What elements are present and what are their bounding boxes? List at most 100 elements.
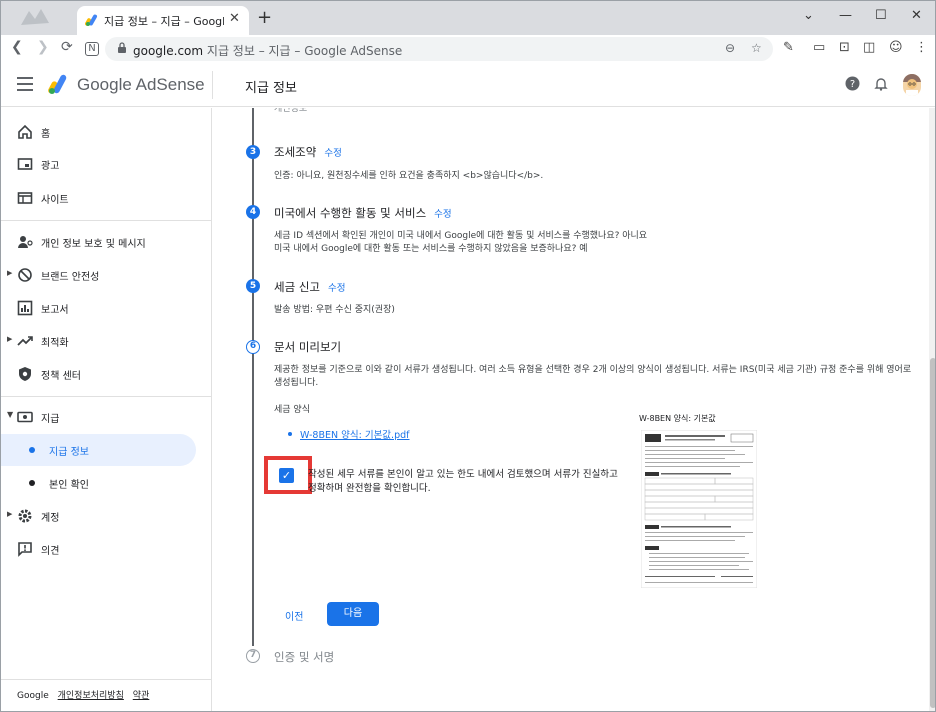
reload-icon[interactable]: ⟳ [61, 39, 73, 55]
step-6-title: 문서 미리보기 [274, 340, 342, 354]
collapse-arrow-icon[interactable]: ▼ [7, 410, 13, 419]
next-button[interactable]: 다음 [327, 602, 379, 626]
user-avatar[interactable] [903, 74, 921, 96]
privacy-policy-link[interactable]: 개인정보처리방침 [58, 691, 124, 701]
browser-menu-icon[interactable] [19, 7, 57, 29]
notion-icon[interactable]: N [85, 42, 99, 56]
back-icon[interactable]: ❮ [11, 39, 23, 55]
minimize-icon[interactable]: — [839, 8, 852, 23]
sidebar-item-label: 광고 [41, 161, 60, 172]
privacy-icon [18, 236, 33, 248]
sidebar-item-payment-info[interactable]: 지급 정보 [1, 434, 196, 466]
chevron-down-icon[interactable]: ⌄ [803, 8, 814, 23]
sidebar-item-privacy[interactable]: 개인 정보 보호 및 메시지 [1, 226, 212, 258]
cast-icon[interactable]: ▭ [813, 40, 825, 55]
sidebar-item-label: 의견 [41, 546, 60, 557]
step-7-title: 인증 및 서명 [274, 650, 335, 664]
zoom-icon[interactable]: ⊖ [725, 41, 735, 55]
step-3-title-text: 조세조약 [274, 145, 317, 159]
bullet-dot [29, 447, 35, 453]
payments-icon [17, 411, 33, 423]
step-5-edit-link[interactable]: 수정 [328, 283, 345, 294]
sidebar-item-identity-verification[interactable]: 본인 확인 [1, 467, 212, 499]
sidebar-item-home[interactable]: 홈 [1, 116, 212, 148]
step-top-partial-text: 개인정보 [274, 108, 308, 114]
extensions-icon[interactable]: ✎ [783, 40, 794, 55]
page-title: 지급 정보 [245, 81, 297, 96]
sidebar-item-label: 본인 확인 [49, 480, 89, 491]
terms-link[interactable]: 약관 [133, 691, 150, 701]
sidebar-item-policy-center[interactable]: 정책 센터 [1, 358, 212, 390]
notifications-bell-icon[interactable] [874, 76, 888, 95]
tab-close-icon[interactable]: ✕ [229, 11, 240, 26]
sidepanel-icon[interactable]: ◫ [863, 40, 875, 55]
policy-icon [19, 367, 31, 381]
expand-arrow-icon[interactable]: ▶ [7, 269, 12, 277]
form-bullet [288, 432, 292, 436]
sidebar-item-optimization[interactable]: ▶ 최적화 [1, 325, 212, 357]
previous-button[interactable]: 이전 [285, 608, 303, 623]
step-6-number: 6 [246, 340, 260, 354]
scrollbar-thumb[interactable] [930, 358, 935, 708]
confirm-checkbox[interactable]: ✓ [279, 468, 294, 483]
expand-arrow-icon[interactable]: ▶ [7, 510, 12, 518]
w8ben-pdf-link[interactable]: W-8BEN 양식: 기본값.pdf [300, 427, 409, 441]
step-6-desc: 제공한 정보를 기준으로 이와 같이 서류가 생성됩니다. 여러 소득 유형을 … [274, 365, 912, 388]
step-3-title: 조세조약 수정 [274, 144, 342, 160]
maximize-icon[interactable]: ☐ [875, 8, 887, 23]
sidebar-item-label: 지급 [41, 414, 60, 425]
new-tab-icon[interactable]: + [257, 9, 272, 27]
sidebar-item-brand-safety[interactable]: ▶ 브랜드 안전성 [1, 259, 212, 291]
step-4-edit-link[interactable]: 수정 [434, 209, 451, 220]
sidebar-item-account[interactable]: ▶ 계정 [1, 500, 212, 532]
close-window-icon[interactable]: ✕ [911, 8, 922, 23]
more-menu-icon[interactable]: ⋮ [915, 40, 928, 55]
help-icon[interactable]: ? [845, 76, 860, 95]
profile-icon[interactable]: ☺ [889, 40, 903, 55]
tab-active[interactable]: 지급 정보 – 지급 – Google AdSense ✕ [77, 6, 249, 35]
step-5-title: 세금 신고 수정 [274, 279, 345, 295]
checkbox-highlight: ✓ [264, 456, 312, 494]
sidebar-item-label: 정책 센터 [41, 371, 81, 382]
sidebar-item-reports[interactable]: 보고서 [1, 292, 212, 324]
expand-arrow-icon[interactable]: ▶ [7, 335, 12, 343]
gear-icon [18, 509, 32, 523]
form-preview-label: W-8BEN 양식: 기본값 [639, 414, 716, 423]
document-preview-image [640, 429, 758, 589]
sidebar-item-sites[interactable]: 사이트 [1, 182, 212, 214]
sidebar-item-label: 최적화 [41, 338, 69, 349]
sidebar-item-ads[interactable]: 광고 [1, 148, 212, 180]
forward-icon[interactable]: ❯ [37, 39, 49, 55]
url-host: google.com [133, 44, 204, 58]
footer-brand: Google [17, 691, 49, 701]
brand-name: Google AdSense [77, 75, 205, 94]
w8ben-form-preview[interactable] [640, 429, 758, 589]
hamburger-menu-icon[interactable] [17, 77, 33, 91]
sidebar-item-payments[interactable]: ▼ 지급 [1, 401, 212, 433]
omnibox[interactable]: google.com 지급 정보 – 지급 – Google AdSense ⊖… [105, 37, 773, 61]
step-5-number: 5 [246, 279, 260, 293]
sidebar-divider [1, 396, 212, 397]
home-icon [18, 124, 32, 139]
scrollbar[interactable] [929, 108, 935, 711]
feedback-icon [18, 542, 32, 557]
step-3-number: 3 [246, 145, 260, 159]
step-4-title-text: 미국에서 수행한 활동 및 서비스 [274, 206, 427, 220]
confirm-checkbox-label: 작성된 세무 서류를 본인이 알고 있는 한도 내에서 검토했으며 서류가 진실… [308, 469, 618, 494]
adsense-logo-icon [48, 74, 67, 94]
screenshot-icon[interactable]: ⊡ [839, 40, 850, 55]
sidebar-item-label: 보고서 [41, 305, 69, 316]
app-header: Google AdSense 지급 정보 ? [1, 63, 935, 107]
tax-form-label: 세금 양식 [274, 405, 310, 415]
adsense-favicon-icon [85, 14, 97, 26]
sidebar-item-label: 홈 [41, 129, 51, 140]
step-4-title: 미국에서 수행한 활동 및 서비스 수정 [274, 205, 452, 221]
sidebar: 홈 광고 사이트 개인 정보 보호 및 메시지 ▶ 브랜드 안전성 보고서 ▶ … [1, 108, 212, 711]
bookmark-star-icon[interactable]: ☆ [751, 41, 762, 55]
step-3-edit-link[interactable]: 수정 [324, 148, 341, 159]
sites-icon [17, 192, 33, 204]
url-rest: 지급 정보 – 지급 – Google AdSense [206, 44, 403, 58]
block-icon [18, 268, 32, 282]
sidebar-item-feedback[interactable]: 의견 [1, 533, 212, 565]
sidebar-footer: Google 개인정보처리방침 약관 [17, 688, 149, 701]
